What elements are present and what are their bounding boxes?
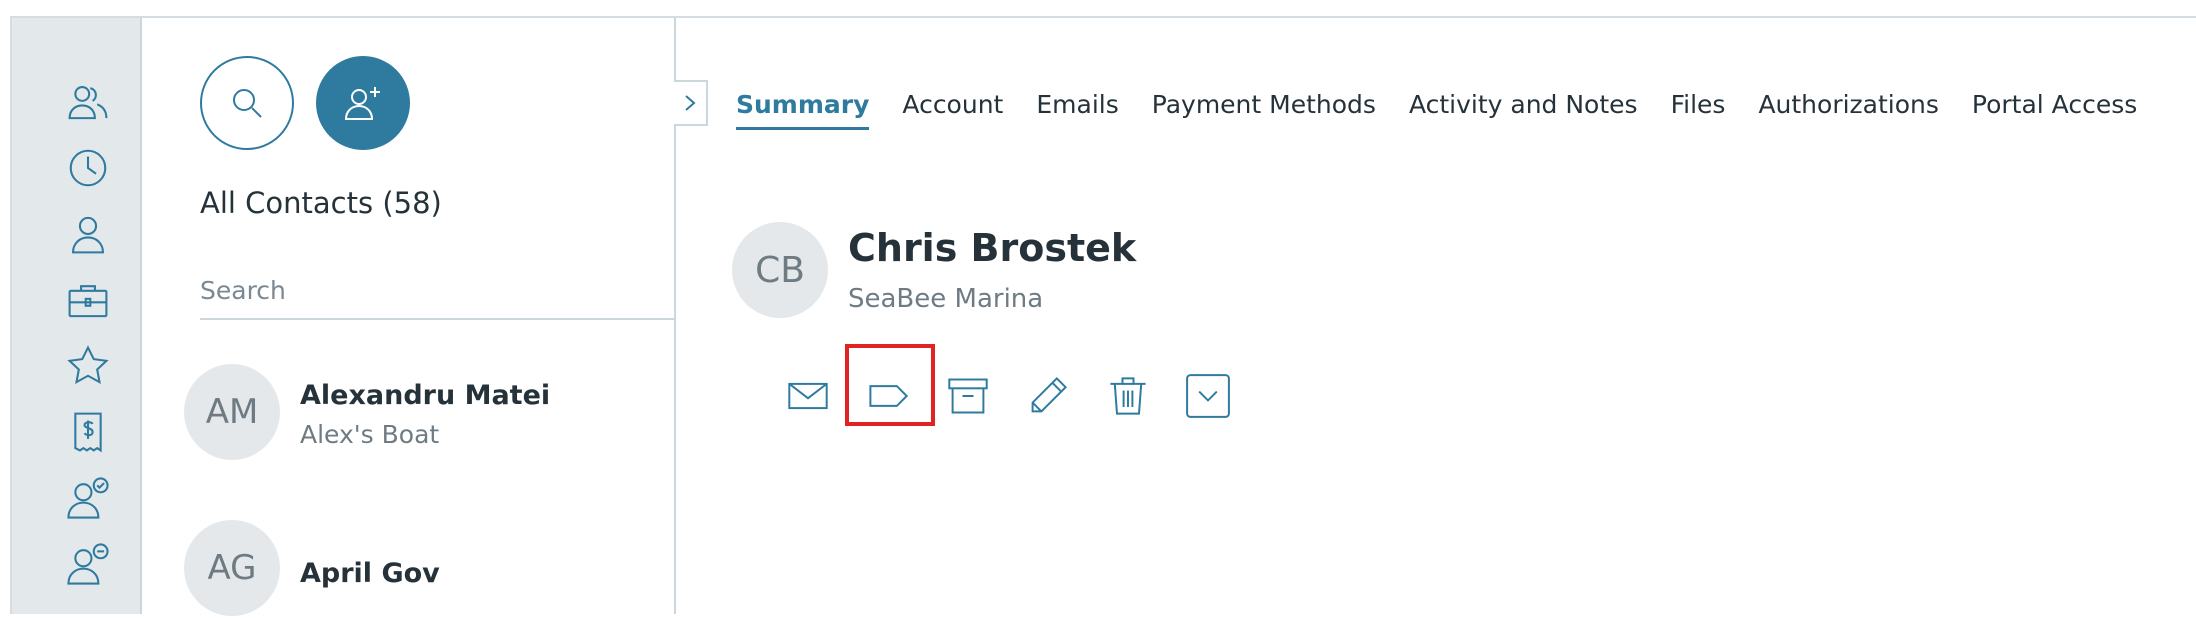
contact-name: Alexandru Matei bbox=[300, 380, 551, 411]
star-icon[interactable] bbox=[62, 340, 114, 392]
search-input[interactable] bbox=[200, 262, 674, 320]
contact-company: SeaBee Marina bbox=[848, 284, 1044, 314]
archive-button[interactable] bbox=[938, 366, 998, 426]
avatar: AG bbox=[184, 520, 280, 616]
list-title: All Contacts (58) bbox=[200, 186, 442, 220]
add-contact-button[interactable] bbox=[316, 56, 410, 150]
chevron-right-icon bbox=[685, 95, 696, 111]
expand-panel-button[interactable] bbox=[674, 80, 708, 126]
history-icon[interactable] bbox=[62, 142, 114, 194]
tab-summary[interactable]: Summary bbox=[736, 90, 870, 130]
person-check-icon[interactable] bbox=[62, 472, 114, 524]
search-button[interactable] bbox=[200, 56, 294, 150]
contacts-icon[interactable] bbox=[62, 76, 114, 128]
tab-emails[interactable]: Emails bbox=[1036, 90, 1118, 130]
edit-button[interactable] bbox=[1018, 366, 1078, 426]
tab-account[interactable]: Account bbox=[902, 90, 1003, 130]
tag-button-highlight bbox=[845, 344, 935, 426]
contact-name-heading: Chris Brostek bbox=[848, 226, 1137, 270]
person-icon[interactable] bbox=[62, 208, 114, 260]
list-item[interactable]: AM Alexandru Matei Alex's Boat bbox=[184, 364, 674, 464]
avatar: AM bbox=[184, 364, 280, 460]
search-icon bbox=[233, 89, 262, 118]
tab-activity-and-notes[interactable]: Activity and Notes bbox=[1409, 90, 1638, 130]
contact-name: April Gov bbox=[300, 558, 440, 589]
person-minus-icon[interactable] bbox=[62, 538, 114, 590]
edit-icon bbox=[1031, 376, 1068, 413]
email-button[interactable] bbox=[778, 366, 838, 426]
email-icon bbox=[788, 382, 828, 410]
tab-authorizations[interactable]: Authorizations bbox=[1758, 90, 1938, 130]
tab-files[interactable]: Files bbox=[1671, 90, 1726, 130]
briefcase-icon[interactable] bbox=[62, 274, 114, 326]
add-person-icon bbox=[344, 87, 380, 120]
archive-icon bbox=[948, 378, 988, 414]
invoice-icon[interactable] bbox=[62, 406, 114, 458]
delete-button[interactable] bbox=[1098, 366, 1158, 426]
trash-icon bbox=[1110, 377, 1146, 415]
detail-tabs: Summary Account Emails Payment Methods A… bbox=[736, 90, 2137, 130]
contact-avatar: CB bbox=[732, 222, 828, 318]
list-item[interactable]: AG April Gov bbox=[184, 520, 674, 620]
contact-subtitle: Alex's Boat bbox=[300, 420, 440, 449]
more-actions-button[interactable] bbox=[1178, 366, 1238, 426]
more-chevron-icon bbox=[1186, 374, 1230, 418]
tab-portal-access[interactable]: Portal Access bbox=[1972, 90, 2137, 130]
icon-rail bbox=[12, 18, 142, 614]
tab-payment-methods[interactable]: Payment Methods bbox=[1152, 90, 1376, 130]
